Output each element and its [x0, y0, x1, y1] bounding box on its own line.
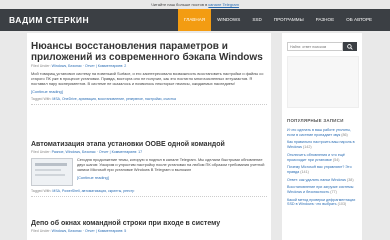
- meta-links[interactable]: Windows, Безопас · Отчет | Комментариев:…: [52, 64, 127, 68]
- main-content: Нюансы восстановления параметров и прило…: [27, 33, 271, 240]
- menu-item-ssd[interactable]: SSD: [246, 9, 267, 31]
- site-logo[interactable]: ВАДИМ СТЕРКИН: [9, 9, 89, 31]
- popular-post-title[interactable]: Восстановление при загрузке системы Wind…: [287, 185, 353, 194]
- comment-count: (77): [330, 190, 337, 195]
- thumbnail-bar: [35, 163, 67, 166]
- comment-count: (86): [341, 132, 348, 137]
- popular-post-title[interactable]: Ответ: как удалить папки Windows: [287, 178, 346, 182]
- post-divider: [31, 196, 267, 197]
- post-1: Нюансы восстановления параметров и прило…: [31, 41, 267, 105]
- main-menu: ГЛАВНАЯ WINDOWS SSD ПРОГРАММЫ РАЗНОЕ ОБ …: [178, 9, 378, 31]
- comment-count: (103): [337, 202, 347, 207]
- post-title[interactable]: Депо об окнах командной строки при входе…: [31, 219, 267, 228]
- tags-links[interactable]: MSA, PowerShell, автоматизация, скрипты,…: [52, 189, 134, 193]
- popular-post-item[interactable]: Восстановление при загрузке системы Wind…: [287, 185, 359, 194]
- popular-post-title[interactable]: Почему Microsoft вас управляют? Это прав…: [287, 165, 352, 174]
- sidebar: ПОПУЛЯРНЫЕ ЗАПИСИ И что сделать в ваш ра…: [282, 33, 362, 240]
- post-3: Депо об окнах командной строки при входе…: [31, 219, 267, 233]
- popular-post-item[interactable]: Как правильно настроить ваш пароль в Win…: [287, 140, 359, 149]
- menu-item-about[interactable]: ОБ АВТОРЕ: [340, 9, 378, 31]
- post-meta: Filed Under: Разное, Windows, Безопас · …: [31, 150, 267, 154]
- post-2: Автоматизация этапа установки OOBE одной…: [31, 140, 267, 197]
- menu-item-home[interactable]: ГЛАВНАЯ: [178, 9, 212, 31]
- meta-prefix: Filed Under:: [31, 229, 51, 233]
- popular-posts-heading: ПОПУЛЯРНЫЕ ЗАПИСИ: [287, 118, 344, 123]
- search-form: [287, 42, 357, 51]
- search-input[interactable]: [287, 42, 343, 51]
- thumbnail-bar: [35, 174, 65, 176]
- comment-count: (141): [300, 169, 309, 174]
- post-tags: Tagged With: MSA, OneDrive, архивация, в…: [31, 97, 267, 101]
- popular-posts-list: И что сделать в ваш работе утилиты, если…: [287, 128, 359, 210]
- popular-post-item[interactable]: Ответ: как удалить папки Windows (38): [287, 178, 359, 183]
- comment-count: (38): [347, 177, 354, 182]
- popular-post-item[interactable]: Почему Microsoft вас управляют? Это прав…: [287, 165, 359, 174]
- post-meta: Filed Under: Windows, Безопас · Отчет | …: [31, 229, 267, 233]
- meta-prefix: Filed Under:: [31, 150, 51, 154]
- menu-item-misc[interactable]: РАЗНОЕ: [310, 9, 341, 31]
- popular-post-item[interactable]: Какой метод проверки дефрагментации SSD …: [287, 198, 359, 207]
- menu-item-programs[interactable]: ПРОГРАММЫ: [268, 9, 310, 31]
- popular-post-item[interactable]: И что сделать в ваш работе утилиты, если…: [287, 128, 359, 137]
- sidebar-ad-placeholder: [287, 56, 359, 108]
- search-icon: [347, 44, 353, 50]
- thumbnail-bar: [35, 169, 61, 171]
- post-title[interactable]: Нюансы восстановления параметров и прило…: [31, 41, 267, 63]
- post-meta: Filed Under: Windows, Безопас · Отчет | …: [31, 64, 267, 68]
- promo-banner: Читайте наш больше постов в канале Teleg…: [0, 0, 390, 9]
- post-thumbnail[interactable]: [31, 158, 73, 186]
- popular-post-item[interactable]: Отключить обновления и что ещё происходи…: [287, 153, 359, 162]
- tags-links[interactable]: MSA, OneDrive, архивация, восстановление…: [52, 97, 176, 101]
- menu-item-windows[interactable]: WINDOWS: [211, 9, 246, 31]
- meta-prefix: Filed Under:: [31, 64, 51, 68]
- meta-links[interactable]: Windows, Безопас · Отчет | Комментариев:…: [52, 229, 127, 233]
- tags-prefix: Tagged With:: [31, 189, 52, 193]
- promo-telegram-link[interactable]: канале Telegram: [208, 2, 239, 7]
- post-title[interactable]: Автоматизация этапа установки OOBE одной…: [31, 140, 267, 149]
- tags-prefix: Tagged With:: [31, 96, 52, 101]
- meta-links[interactable]: Разное, Windows, Безопас · Отчет | Комме…: [52, 150, 143, 154]
- post-excerpt: Мой товарищ установил систему на новеньк…: [31, 71, 264, 87]
- comment-count: (142): [303, 145, 312, 150]
- post-tags: Tagged With: MSA, PowerShell, автоматиза…: [31, 189, 267, 193]
- top-navigation: ВАДИМ СТЕРКИН ГЛАВНАЯ WINDOWS SSD ПРОГРА…: [0, 9, 390, 31]
- promo-text: Читайте наш больше постов в: [151, 2, 208, 7]
- popular-post-title[interactable]: Как правильно настроить ваш пароль в Win…: [287, 140, 355, 149]
- comment-count: (54): [332, 157, 340, 162]
- continue-reading-link[interactable]: [Continue reading]: [31, 89, 267, 94]
- search-button[interactable]: [343, 42, 357, 51]
- post-divider: [31, 103, 267, 105]
- post-body: Сегодня продолжение темы, которую я подн…: [31, 157, 267, 186]
